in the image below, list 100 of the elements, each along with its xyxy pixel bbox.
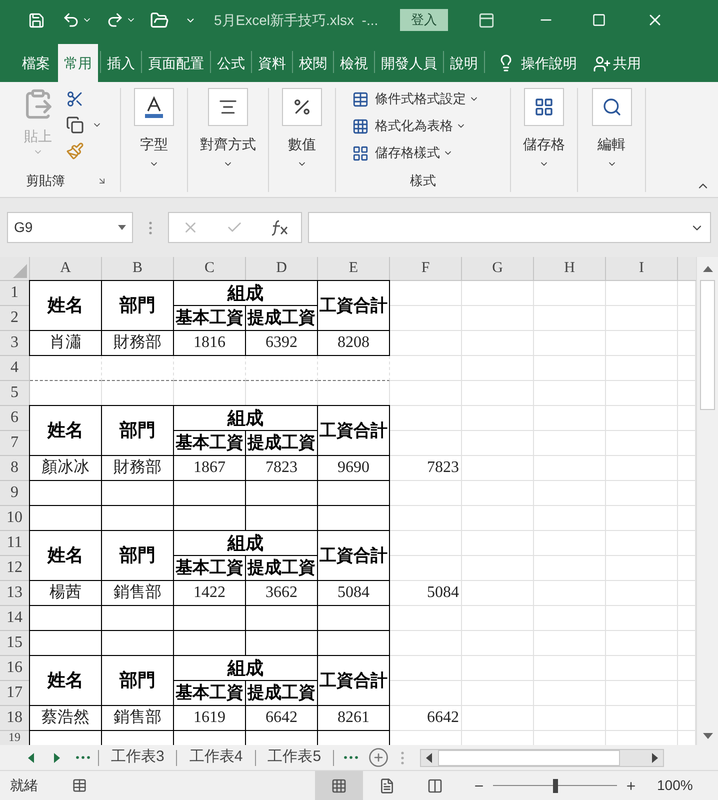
row-header[interactable]: 12 — [0, 556, 30, 581]
formula-input[interactable] — [308, 212, 711, 243]
ribbon-group-button[interactable]: 儲存格 — [523, 88, 565, 169]
row-header[interactable]: 1 — [0, 281, 30, 306]
row-header[interactable]: 11 — [0, 531, 30, 556]
column-header[interactable]: F — [390, 257, 462, 281]
ribbon-tab[interactable]: 檔案 — [18, 44, 54, 82]
name-box[interactable]: G9 — [7, 212, 133, 243]
grid-cell[interactable] — [102, 481, 174, 506]
tell-me-button[interactable]: 操作說明 — [521, 44, 577, 82]
row-header[interactable]: 9 — [0, 481, 30, 506]
style-menu-button[interactable]: 格式化為表格 — [352, 115, 510, 137]
row-header[interactable]: 19 — [0, 731, 30, 745]
copy-icon[interactable] — [66, 116, 84, 134]
grid-cell[interactable] — [29, 506, 102, 531]
grid-cell[interactable] — [318, 481, 390, 506]
cut-icon[interactable] — [66, 90, 84, 108]
column-header[interactable]: C — [174, 257, 246, 281]
add-sheet-icon[interactable] — [368, 747, 390, 768]
table-cell: 1422 — [174, 581, 246, 606]
zoom-level[interactable]: 100% — [657, 775, 693, 796]
format-painter-icon[interactable] — [66, 142, 84, 160]
maximize-icon[interactable] — [592, 13, 606, 27]
dialog-launcher-icon[interactable] — [97, 176, 107, 186]
grid-cell[interactable] — [29, 481, 102, 506]
style-menu-button[interactable]: 條件式格式設定 — [352, 88, 510, 110]
grid-cell[interactable] — [174, 481, 246, 506]
scroll-left-icon[interactable] — [426, 752, 432, 762]
row-header[interactable]: 16 — [0, 656, 30, 681]
row-header[interactable]: 2 — [0, 306, 30, 331]
save-icon[interactable] — [28, 12, 45, 28]
scroll-left-icon[interactable] — [28, 752, 34, 762]
ribbon-tab[interactable]: 插入 — [103, 44, 139, 82]
row-header[interactable]: 10 — [0, 506, 30, 531]
row-header[interactable]: 4 — [0, 356, 30, 381]
column-header[interactable]: D — [246, 257, 318, 281]
sheet-tab[interactable]: 工作表5 — [256, 745, 334, 770]
ribbon-group-button[interactable]: 編輯 — [592, 88, 632, 169]
scrollbar-thumb[interactable] — [700, 280, 715, 410]
grid-cell[interactable] — [29, 606, 102, 631]
share-button[interactable]: 共用 — [613, 44, 641, 82]
row-header[interactable]: 17 — [0, 681, 30, 706]
column-header[interactable]: B — [102, 257, 174, 281]
column-header[interactable]: I — [606, 257, 678, 281]
ribbon-tab[interactable]: 資料 — [254, 44, 290, 82]
row-header[interactable]: 15 — [0, 631, 30, 656]
row-header[interactable]: 7 — [0, 431, 30, 456]
grid-cell[interactable] — [102, 606, 174, 631]
row-header[interactable]: 6 — [0, 406, 30, 431]
sheet-tab[interactable]: 工作表3 — [99, 745, 176, 770]
row-header[interactable]: 5 — [0, 381, 30, 406]
grid-cell[interactable] — [174, 606, 246, 631]
column-header[interactable]: H — [534, 257, 606, 281]
row-header[interactable]: 8 — [0, 456, 30, 481]
ribbon-group-button[interactable]: 對齊方式 — [200, 88, 256, 169]
column-header[interactable]: G — [462, 257, 534, 281]
zoom-in-icon[interactable] — [625, 780, 637, 792]
scrollbar-thumb[interactable] — [438, 750, 620, 766]
ribbon-tab[interactable]: 校閱 — [295, 44, 331, 82]
grid-cell[interactable] — [29, 631, 102, 656]
ribbon-group-button[interactable]: 字型 — [134, 88, 174, 169]
column-header[interactable]: A — [30, 257, 102, 281]
ribbon-display-icon[interactable] — [478, 12, 496, 28]
scroll-up-icon[interactable] — [702, 266, 712, 272]
scroll-right-icon[interactable] — [652, 752, 658, 762]
grid-cell[interactable] — [246, 606, 318, 631]
sign-in-button[interactable]: 登入 — [400, 9, 448, 31]
row-header[interactable]: 13 — [0, 581, 30, 606]
grip-icon[interactable] — [401, 750, 404, 764]
select-all-icon[interactable] — [13, 264, 27, 278]
ribbon-group-button[interactable]: 數值 — [282, 88, 322, 169]
row-header[interactable]: 18 — [0, 706, 30, 731]
grid-cell[interactable] — [318, 606, 390, 631]
horizontal-scrollbar[interactable] — [420, 748, 664, 766]
group-label: 剪貼簿 — [26, 172, 65, 190]
function-icon[interactable] — [270, 220, 288, 236]
ribbon-tab[interactable]: 頁面配置 — [144, 44, 208, 82]
ribbon-tab[interactable]: 檢視 — [336, 44, 372, 82]
ribbon-tab[interactable]: 常用 — [58, 44, 98, 82]
redo-icon[interactable] — [106, 11, 124, 29]
macro-record-icon[interactable] — [72, 778, 87, 793]
scroll-down-icon[interactable] — [702, 733, 712, 739]
ribbon-tab[interactable]: 開發人員 — [377, 44, 441, 82]
undo-icon[interactable] — [62, 11, 80, 29]
sheet-tab[interactable]: 工作表4 — [177, 745, 255, 770]
zoom-slider-thumb[interactable] — [553, 778, 558, 792]
folder-icon[interactable] — [150, 10, 169, 30]
scroll-right-icon[interactable] — [54, 752, 60, 762]
table-cell: 1867 — [174, 456, 246, 481]
vertical-scrollbar[interactable] — [696, 257, 718, 745]
grid-cell[interactable] — [246, 481, 318, 506]
more-sheets-icon[interactable] — [76, 756, 90, 759]
column-header[interactable]: E — [318, 257, 390, 281]
row-header[interactable]: 3 — [0, 331, 30, 356]
ribbon-tab[interactable]: 說明 — [446, 44, 482, 82]
view-button[interactable] — [315, 770, 363, 800]
style-menu-button[interactable]: 儲存格樣式 — [352, 142, 510, 164]
more-sheets-icon[interactable] — [344, 756, 358, 759]
row-header[interactable]: 14 — [0, 606, 30, 631]
ribbon-tab[interactable]: 公式 — [213, 44, 249, 82]
